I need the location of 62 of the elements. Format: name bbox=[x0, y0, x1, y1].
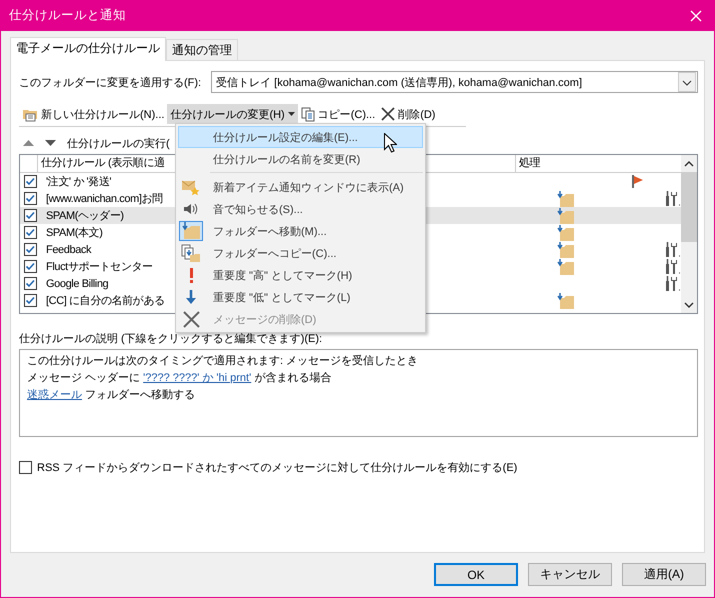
mouse-cursor-icon bbox=[384, 133, 397, 153]
link[interactable]: '???? ????' か 'hi prnt' bbox=[143, 372, 252, 384]
dialog-button[interactable]: キャンセル bbox=[528, 563, 612, 586]
rule-name[interactable]: Google Billing bbox=[46, 278, 108, 290]
folder-copy-icon bbox=[181, 244, 201, 262]
tab[interactable]: 電子メールの仕分けルール bbox=[10, 37, 166, 61]
run-rules-label[interactable]: 仕分けルールの実行( bbox=[67, 136, 170, 150]
link[interactable]: 迷惑メール bbox=[27, 389, 82, 401]
menu-item[interactable]: フォルダーへコピー(C)... bbox=[178, 242, 423, 264]
checkbox[interactable] bbox=[19, 461, 32, 474]
menu-item[interactable]: フォルダーへ移動(M)... bbox=[178, 220, 423, 242]
close-icon[interactable] bbox=[690, 10, 702, 22]
dialog-button[interactable]: OK bbox=[434, 563, 518, 586]
description-line: この仕分けルールは次のタイミングで適用されます: メッセージを受信したとき bbox=[27, 354, 420, 369]
checkbox[interactable] bbox=[24, 226, 37, 239]
checkbox[interactable] bbox=[24, 277, 37, 290]
toolbar-button[interactable]: コピー(C)... bbox=[298, 104, 378, 124]
exclamation-icon bbox=[188, 268, 194, 282]
checkbox[interactable] bbox=[24, 175, 37, 188]
folder-dropdown[interactable]: 受信トレイ [kohama@wanichan.com (送信専用), kohama@wanichan.com] bbox=[211, 71, 698, 93]
alert-mail-icon bbox=[182, 178, 200, 196]
description-line: 迷惑メール フォルダーへ移動する bbox=[27, 388, 196, 403]
delete-icon bbox=[182, 310, 200, 328]
toolbar-button[interactable]: 新しい仕分けルール(N)... bbox=[19, 104, 168, 124]
move-up-icon[interactable] bbox=[23, 139, 34, 147]
dialog-button[interactable]: 適用(A) bbox=[622, 563, 706, 586]
scrollbar-thumb[interactable] bbox=[681, 172, 697, 242]
checkbox-label: RSS フィードからダウンロードされたすべてのメッセージに対して仕分けルールを有効にする(E) bbox=[37, 460, 518, 475]
checkbox[interactable] bbox=[24, 192, 37, 205]
tab[interactable]: 通知の管理 bbox=[166, 39, 238, 60]
menu-item[interactable]: 仕分けルール設定の編集(E)... bbox=[178, 126, 423, 148]
toolbar-button[interactable]: 仕分けルールの変更(H) bbox=[167, 104, 298, 124]
speaker-icon bbox=[183, 201, 199, 217]
delete-icon bbox=[381, 107, 396, 121]
scroll-up-icon[interactable] bbox=[684, 160, 694, 168]
menu-item[interactable]: 重要度 "低" としてマーク(L) bbox=[178, 286, 423, 308]
field-label: 仕分けルールの説明 (下線をクリックすると編集できます)(E): bbox=[19, 332, 324, 346]
column-header[interactable]: 処理 bbox=[516, 155, 681, 172]
checkbox[interactable] bbox=[24, 294, 37, 307]
rule-name[interactable]: '注文' か '発送' bbox=[46, 176, 112, 188]
toolbar-button[interactable]: 削除(D) bbox=[378, 104, 438, 124]
menu-item[interactable]: 仕分けルールの名前を変更(R) bbox=[178, 148, 423, 170]
field-label: このフォルダーに変更を適用する(F): bbox=[19, 76, 202, 90]
scroll-down-icon[interactable] bbox=[684, 300, 694, 308]
copy-icon bbox=[300, 106, 315, 122]
rule-name[interactable]: SPAM(ヘッダー) bbox=[46, 210, 124, 222]
checkbox[interactable] bbox=[24, 260, 37, 273]
rule-name[interactable]: [CC] に自分の名前がある bbox=[46, 295, 164, 307]
rule-name[interactable]: Feedback bbox=[46, 244, 92, 256]
menu-item[interactable]: 新着アイテム通知ウィンドウに表示(A) bbox=[178, 176, 423, 198]
menu-item[interactable]: 音で知らせる(S)... bbox=[178, 198, 423, 220]
caret-icon bbox=[288, 112, 295, 116]
down-arrow-icon bbox=[186, 290, 196, 304]
description-line: メッセージ ヘッダーに '???? ????' か 'hi prnt' が含まれる場合 bbox=[27, 371, 332, 386]
rule-name[interactable]: Fluctサポートセンター bbox=[46, 261, 153, 273]
checkbox[interactable] bbox=[24, 243, 37, 256]
window-title: 仕分けルールと通知 bbox=[9, 7, 126, 24]
move-down-icon[interactable] bbox=[45, 139, 56, 147]
checkbox[interactable] bbox=[24, 209, 37, 222]
menu-item[interactable]: 重要度 "高" としてマーク(H) bbox=[178, 264, 423, 286]
rule-name[interactable]: [www.wanichan.com]お問 bbox=[46, 193, 163, 205]
rule-name[interactable]: SPAM(本文) bbox=[46, 227, 102, 239]
